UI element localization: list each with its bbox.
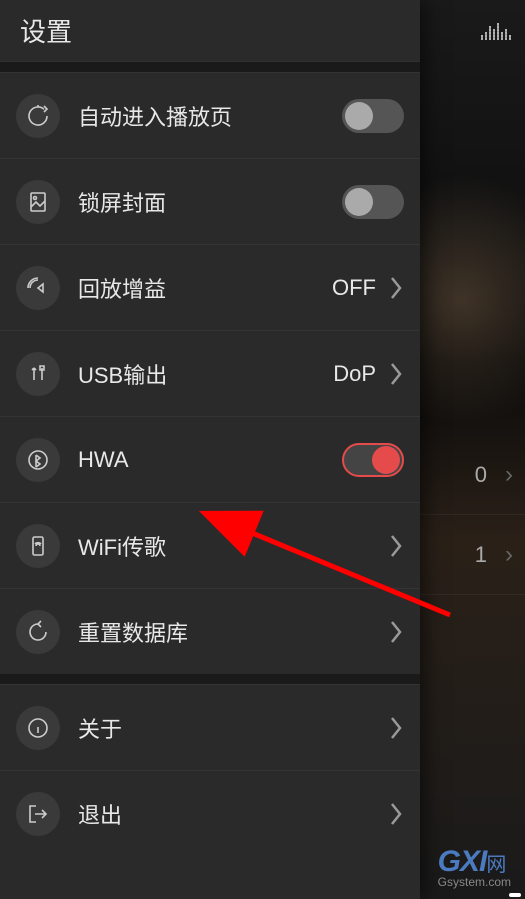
- image-icon: [16, 180, 60, 224]
- watermark-url: Gsystem.com: [438, 875, 511, 889]
- setting-label: USB输出: [78, 358, 333, 390]
- equalizer-icon: [481, 20, 511, 40]
- bg-list-item[interactable]: 0 ›: [420, 435, 525, 515]
- setting-replay-gain[interactable]: 回放增益 OFF: [0, 244, 420, 330]
- setting-value: DoP: [333, 361, 376, 387]
- setting-lock-cover[interactable]: 锁屏封面: [0, 158, 420, 244]
- toggle-switch[interactable]: [342, 443, 404, 477]
- refresh-icon: [16, 94, 60, 138]
- bg-count: 0: [475, 462, 487, 488]
- divider: [0, 674, 420, 684]
- sound-wave-icon: [16, 266, 60, 310]
- toggle-switch[interactable]: [342, 185, 404, 219]
- divider: [0, 62, 420, 72]
- watermark: GXI网 Gsystem.com: [509, 893, 521, 897]
- setting-about[interactable]: 关于: [0, 684, 420, 770]
- chevron-right-icon: [388, 360, 404, 388]
- chevron-right-icon: ›: [505, 461, 513, 489]
- info-icon: [16, 706, 60, 750]
- chevron-right-icon: [388, 618, 404, 646]
- setting-label: 回放增益: [78, 272, 332, 304]
- chevron-right-icon: [388, 274, 404, 302]
- setting-label: 关于: [78, 712, 388, 744]
- setting-label: 重置数据库: [78, 616, 388, 648]
- watermark-text: GXI: [438, 845, 487, 878]
- wifi-phone-icon: [16, 524, 60, 568]
- bluetooth-audio-icon: [16, 438, 60, 482]
- sync-icon: [16, 610, 60, 654]
- bg-count: 1: [475, 542, 487, 568]
- setting-usb-output[interactable]: USB输出 DoP: [0, 330, 420, 416]
- chevron-right-icon: [388, 800, 404, 828]
- setting-rebuild-db[interactable]: 重置数据库: [0, 588, 420, 674]
- usb-icon: [16, 352, 60, 396]
- setting-label: WiFi传歌: [78, 530, 388, 562]
- setting-auto-play[interactable]: 自动进入播放页: [0, 72, 420, 158]
- setting-exit[interactable]: 退出: [0, 770, 420, 856]
- watermark-suffix: 网: [486, 854, 506, 876]
- chevron-right-icon: [388, 714, 404, 742]
- setting-label: 锁屏封面: [78, 186, 334, 218]
- setting-label: HWA: [78, 447, 334, 473]
- setting-value: OFF: [332, 275, 376, 301]
- page-title: 设置: [20, 12, 72, 49]
- background-content: 0 › 1 ›: [420, 0, 525, 899]
- chevron-right-icon: ›: [505, 541, 513, 569]
- setting-label: 退出: [78, 798, 388, 830]
- chevron-right-icon: [388, 532, 404, 560]
- header: 设置: [0, 0, 420, 62]
- setting-wifi-transfer[interactable]: WiFi传歌: [0, 502, 420, 588]
- exit-icon: [16, 792, 60, 836]
- setting-label: 自动进入播放页: [78, 100, 334, 132]
- bg-list-item[interactable]: 1 ›: [420, 515, 525, 595]
- toggle-switch[interactable]: [342, 99, 404, 133]
- settings-panel: 设置 自动进入播放页 锁屏封面 回放增益 OFF USB输出 DoP: [0, 0, 420, 899]
- setting-hwa[interactable]: HWA: [0, 416, 420, 502]
